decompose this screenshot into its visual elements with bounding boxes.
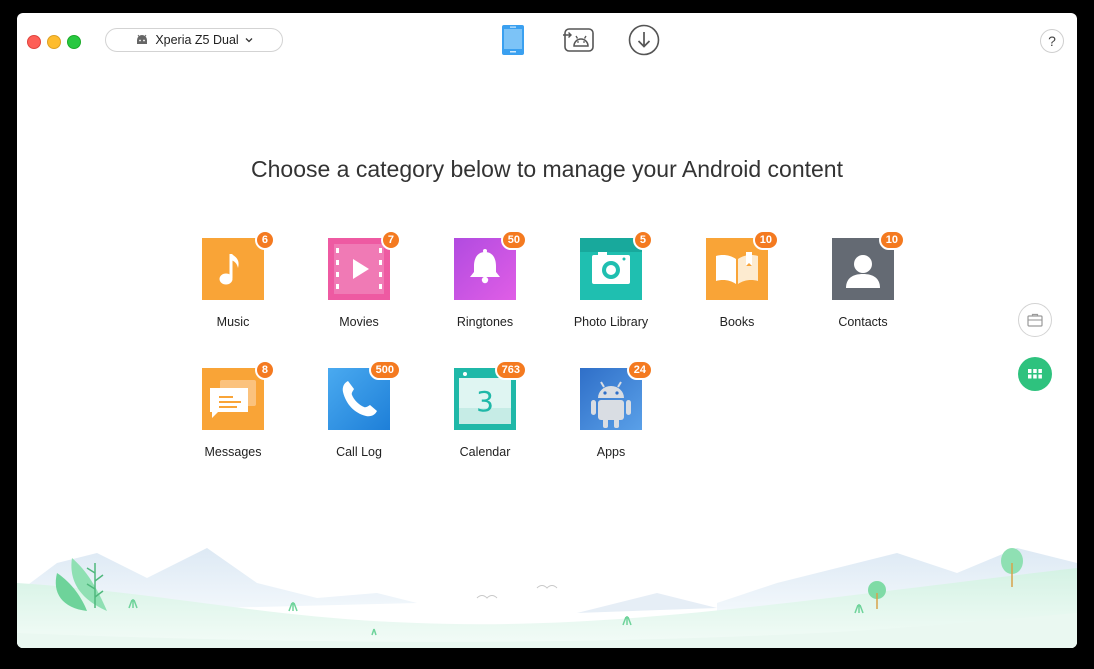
- categories-button[interactable]: [1018, 357, 1052, 391]
- category-tile: 50: [454, 230, 527, 300]
- help-label: ?: [1048, 33, 1056, 49]
- category-movies[interactable]: 7 Movies: [296, 230, 422, 329]
- chevron-down-icon: [245, 38, 253, 43]
- count-badge: 500: [368, 360, 401, 380]
- category-label: Contacts: [838, 315, 888, 329]
- device-selector[interactable]: Xperia Z5 Dual: [105, 28, 283, 52]
- page-title: Choose a category below to manage your A…: [251, 156, 843, 182]
- count-badge: 10: [752, 230, 779, 250]
- film-icon: [328, 238, 390, 300]
- phone-icon: [502, 25, 524, 55]
- category-label: Call Log: [336, 445, 382, 459]
- category-messages[interactable]: 8 Messages: [170, 360, 296, 459]
- downloader-tab[interactable]: [627, 23, 661, 57]
- count-badge: 10: [878, 230, 905, 250]
- count-badge: 6: [254, 230, 275, 250]
- category-label: Apps: [596, 445, 626, 459]
- category-calendar[interactable]: 3 763 Calendar: [422, 360, 548, 459]
- category-label: Calendar: [459, 445, 511, 459]
- minimize-window-button[interactable]: [47, 35, 61, 49]
- device-name: Xperia Z5 Dual: [155, 33, 239, 47]
- category-call-log[interactable]: 500 Call Log: [296, 360, 422, 459]
- category-label: Messages: [204, 445, 262, 459]
- maximize-window-button[interactable]: [67, 35, 81, 49]
- category-tile: 5: [580, 230, 653, 300]
- category-label: Ringtones: [456, 315, 514, 329]
- app-window: Xperia Z5 Dual ? Choose a category below…: [17, 13, 1077, 648]
- count-badge: 50: [500, 230, 527, 250]
- category-tile: 24: [580, 360, 653, 430]
- close-window-button[interactable]: [27, 35, 41, 49]
- category-label: Music: [216, 315, 250, 329]
- count-badge: 8: [254, 360, 275, 380]
- grid-icon: [1028, 369, 1042, 379]
- toolkit-button[interactable]: [1018, 303, 1052, 337]
- category-ringtones[interactable]: 50 Ringtones: [422, 230, 548, 329]
- count-badge: 763: [494, 360, 527, 380]
- android-icon: [137, 34, 148, 44]
- music-note-icon: [202, 238, 264, 300]
- landscape-illustration: [17, 548, 1077, 648]
- download-icon: [628, 24, 660, 56]
- category-label: Movies: [339, 315, 379, 329]
- birds-decoration: [476, 585, 558, 599]
- category-tile: 7: [328, 230, 401, 300]
- help-button[interactable]: ?: [1040, 29, 1064, 53]
- camera-icon: [580, 238, 642, 300]
- category-apps[interactable]: 24 Apps: [548, 360, 674, 459]
- category-books[interactable]: 10 Books: [674, 230, 800, 329]
- calendar-day: 3: [476, 385, 494, 418]
- category-tile: 8: [202, 360, 275, 430]
- android-transfer-icon: [563, 28, 594, 52]
- category-tile: 6: [202, 230, 275, 300]
- message-icon: [202, 368, 264, 430]
- toolbox-icon: [1027, 313, 1043, 327]
- count-badge: 5: [632, 230, 653, 250]
- category-label: Books: [719, 315, 755, 329]
- category-photo-library[interactable]: 5 Photo Library: [548, 230, 674, 329]
- category-music[interactable]: 6 Music: [170, 230, 296, 329]
- category-tile: 10: [706, 230, 779, 300]
- category-contacts[interactable]: 10 Contacts: [800, 230, 926, 329]
- count-badge: 7: [380, 230, 401, 250]
- category-tile: 500: [328, 360, 401, 430]
- category-tile: 10: [832, 230, 905, 300]
- category-tile: 3 763: [454, 360, 527, 430]
- count-badge: 24: [626, 360, 653, 380]
- device-manager-tab[interactable]: [496, 23, 530, 57]
- android-mover-tab[interactable]: [562, 23, 596, 57]
- category-label: Photo Library: [573, 315, 649, 329]
